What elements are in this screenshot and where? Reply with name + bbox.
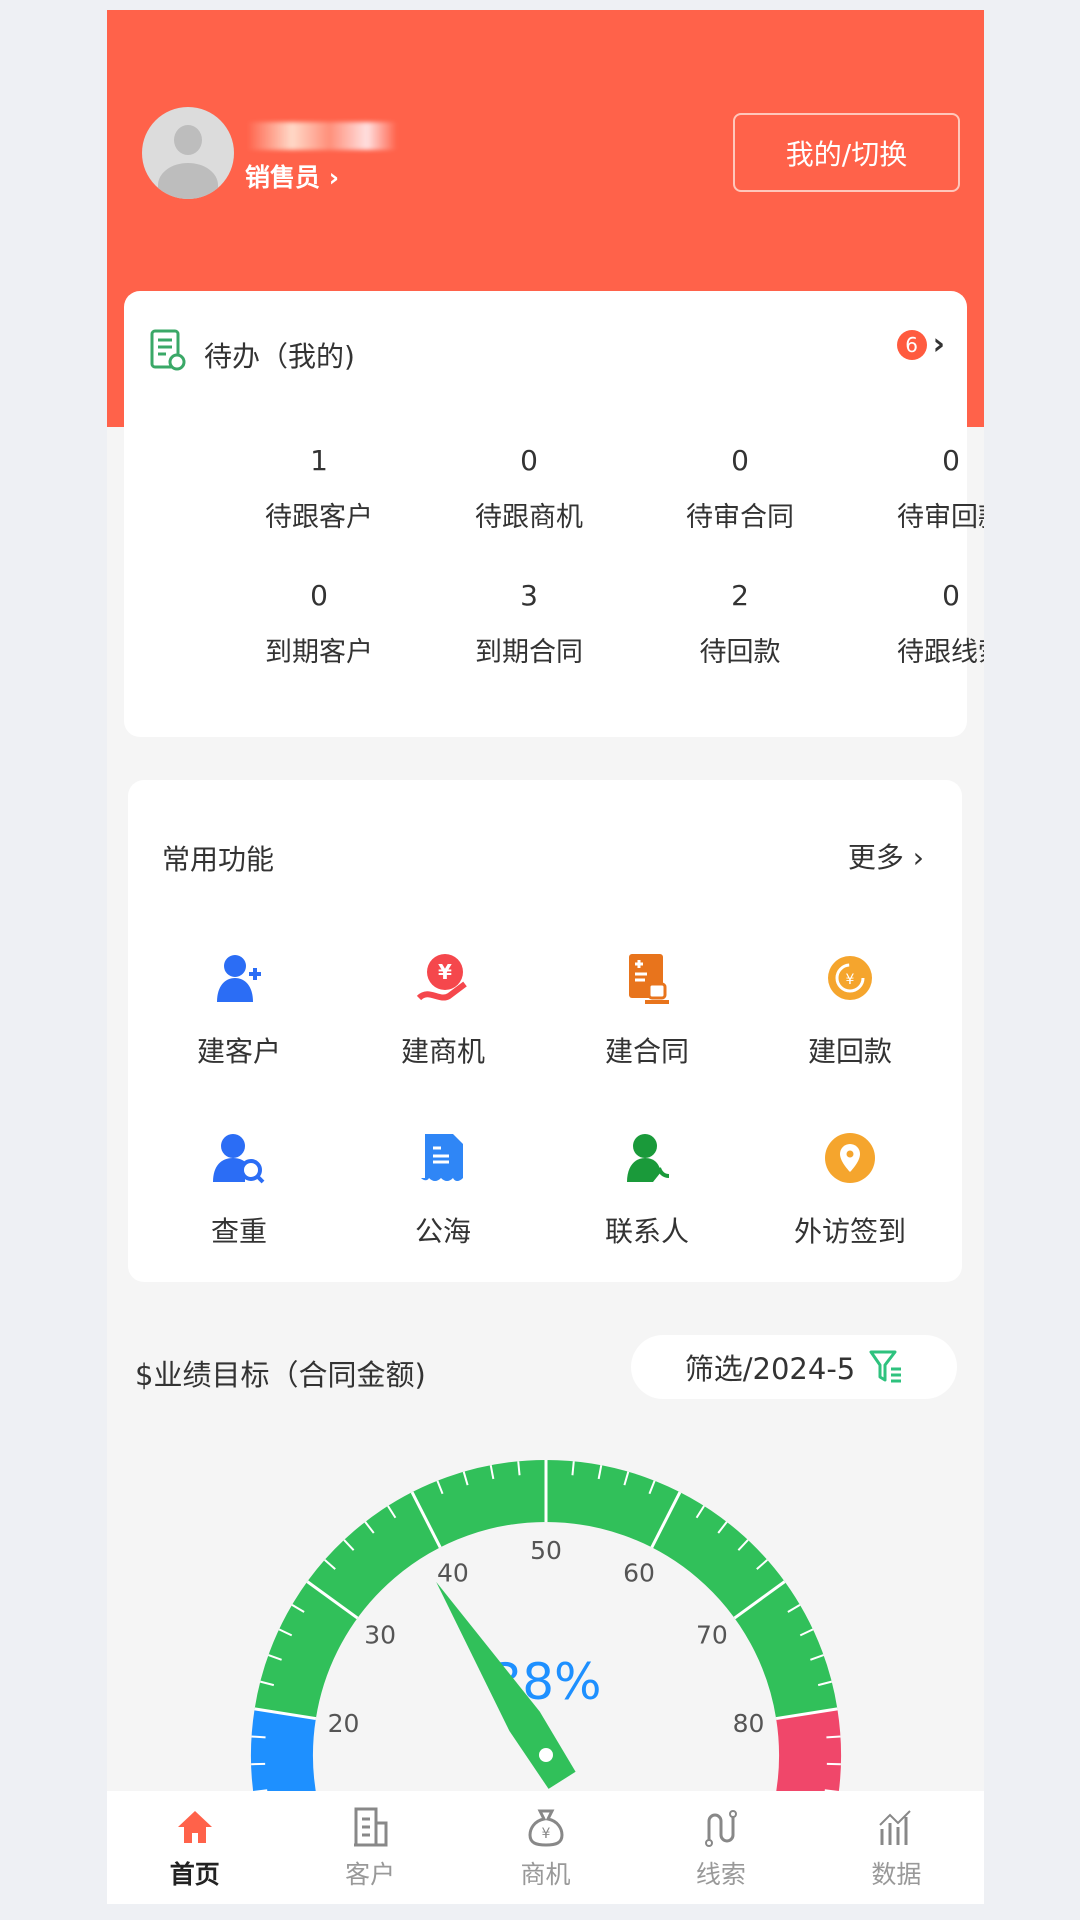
chart-icon [879, 1810, 912, 1845]
nav-item[interactable]: 客户 [282, 1791, 457, 1904]
performance-gauge: 2030405060708038% [251, 1460, 841, 1904]
nav-label: 客户 [345, 1860, 396, 1889]
nav-item[interactable]: 首页 [107, 1791, 282, 1904]
home-icon [177, 1811, 212, 1843]
gauge-tick-label: 20 [328, 1709, 360, 1738]
nav-label: 首页 [169, 1860, 220, 1889]
gauge-tick-label: 70 [696, 1621, 728, 1650]
gauge-minor-tick [251, 1735, 266, 1739]
svg-text:¥: ¥ [541, 1826, 550, 1842]
gauge-tick-label: 30 [364, 1621, 396, 1650]
money-bag-icon: ¥ [528, 1809, 564, 1847]
route-icon [704, 1810, 737, 1847]
nav-item[interactable]: 数据 [809, 1791, 984, 1904]
bottom-nav: 首页 客户 ¥ 商机 线索 数据 [107, 1791, 984, 1904]
app-screen: 销售员 › 我的/切换 待办（我的) 6 › 1 待跟客户 0 待跟商机 0 待审合同 0 待… [107, 10, 984, 1904]
gauge-needle-pivot [539, 1748, 553, 1762]
gauge-minor-tick [517, 1461, 521, 1476]
gauge-minor-tick [826, 1735, 841, 1739]
nav-item[interactable]: 线索 [633, 1791, 808, 1904]
gauge-tick-label: 80 [733, 1709, 765, 1738]
nav-item[interactable]: ¥ 商机 [458, 1791, 633, 1904]
nav-label: 线索 [695, 1860, 746, 1889]
gauge-tick-label: 50 [530, 1536, 562, 1565]
nav-label: 数据 [871, 1860, 922, 1889]
gauge-tick-label: 40 [437, 1558, 469, 1587]
nav-label: 商机 [520, 1860, 571, 1889]
gauge-tick-label: 60 [623, 1558, 655, 1587]
building-icon [354, 1807, 388, 1847]
gauge-minor-tick [571, 1461, 575, 1476]
